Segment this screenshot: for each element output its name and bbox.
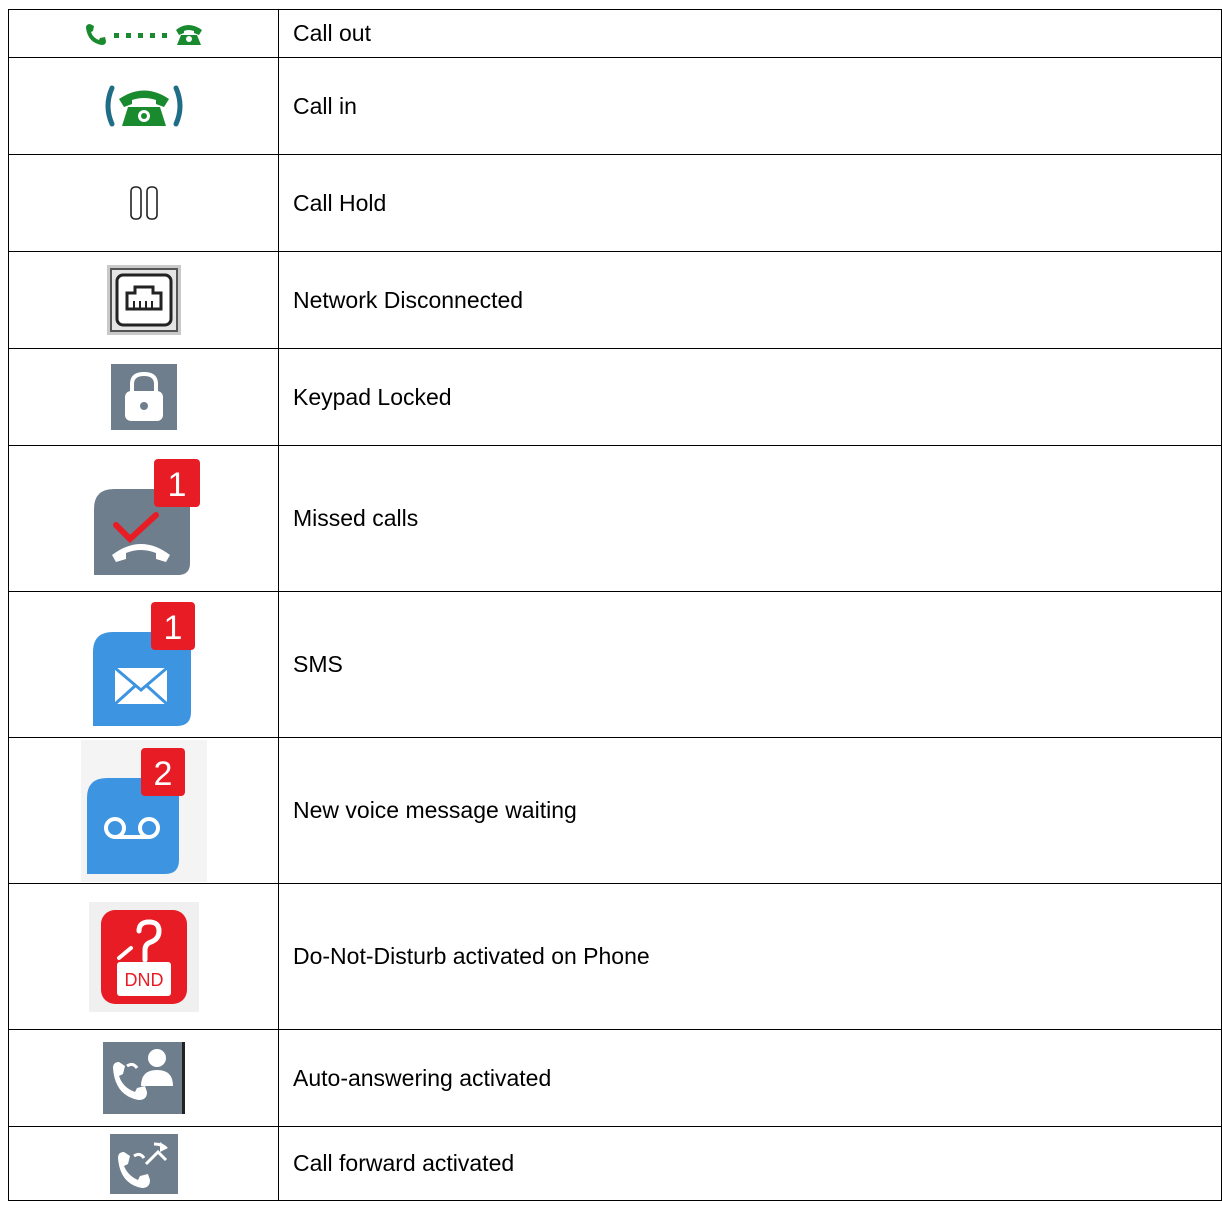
- table-row: Keypad Locked: [8, 348, 1222, 446]
- badge-count: 1: [167, 466, 186, 504]
- description-cell: Call forward activated: [278, 1126, 1222, 1201]
- missed-calls-icon: 1: [86, 458, 202, 579]
- call-out-icon: [82, 20, 206, 48]
- keypad-locked-icon: [110, 364, 177, 430]
- icon-cell: 2: [8, 737, 279, 884]
- icon-cell: 1: [8, 445, 279, 592]
- badge-count: 1: [163, 609, 182, 647]
- icon-cell: 1: [8, 591, 279, 738]
- call-hold-icon: [129, 185, 159, 221]
- icon-cell: [8, 9, 279, 58]
- description-cell: Auto-answering activated: [278, 1029, 1222, 1127]
- table-row: 1 SMS: [8, 591, 1222, 738]
- table-row: Network Disconnected: [8, 251, 1222, 349]
- call-forward-icon: [109, 1133, 178, 1194]
- table-row: Auto-answering activated: [8, 1029, 1222, 1127]
- description-cell: Network Disconnected: [278, 251, 1222, 349]
- badge-count: 2: [153, 755, 172, 793]
- description-cell: Do-Not-Disturb activated on Phone: [278, 883, 1222, 1030]
- sms-icon: 1: [91, 601, 197, 728]
- network-disconnected-icon: [106, 265, 181, 335]
- auto-answer-icon: [102, 1042, 185, 1114]
- description-cell: Call Hold: [278, 154, 1222, 252]
- dnd-label: DND: [124, 970, 163, 990]
- icon-cell: [8, 348, 279, 446]
- description-cell: SMS: [278, 591, 1222, 738]
- table-row: 2 New voice message waiting: [8, 737, 1222, 884]
- description-cell: Missed calls: [278, 445, 1222, 592]
- table-row: Call out: [8, 9, 1222, 58]
- table-row: 1 Missed calls: [8, 445, 1222, 592]
- description-cell: Keypad Locked: [278, 348, 1222, 446]
- table-row: DND Do-Not-Disturb activated on Phone: [8, 883, 1222, 1030]
- description-cell: Call out: [278, 9, 1222, 58]
- call-in-icon: [103, 82, 185, 130]
- icon-cell: [8, 1029, 279, 1127]
- icon-cell: [8, 154, 279, 252]
- table-row: Call in: [8, 57, 1222, 155]
- table-row: Call forward activated: [8, 1126, 1222, 1201]
- status-icon-table: Call out Call in Call Hold Network Disco…: [8, 9, 1222, 1201]
- icon-cell: [8, 57, 279, 155]
- voice-message-icon: 2: [80, 739, 207, 882]
- icon-cell: [8, 251, 279, 349]
- description-cell: Call in: [278, 57, 1222, 155]
- description-cell: New voice message waiting: [278, 737, 1222, 884]
- icon-cell: DND: [8, 883, 279, 1030]
- dnd-icon: DND: [88, 901, 199, 1012]
- icon-cell: [8, 1126, 279, 1201]
- table-row: Call Hold: [8, 154, 1222, 252]
